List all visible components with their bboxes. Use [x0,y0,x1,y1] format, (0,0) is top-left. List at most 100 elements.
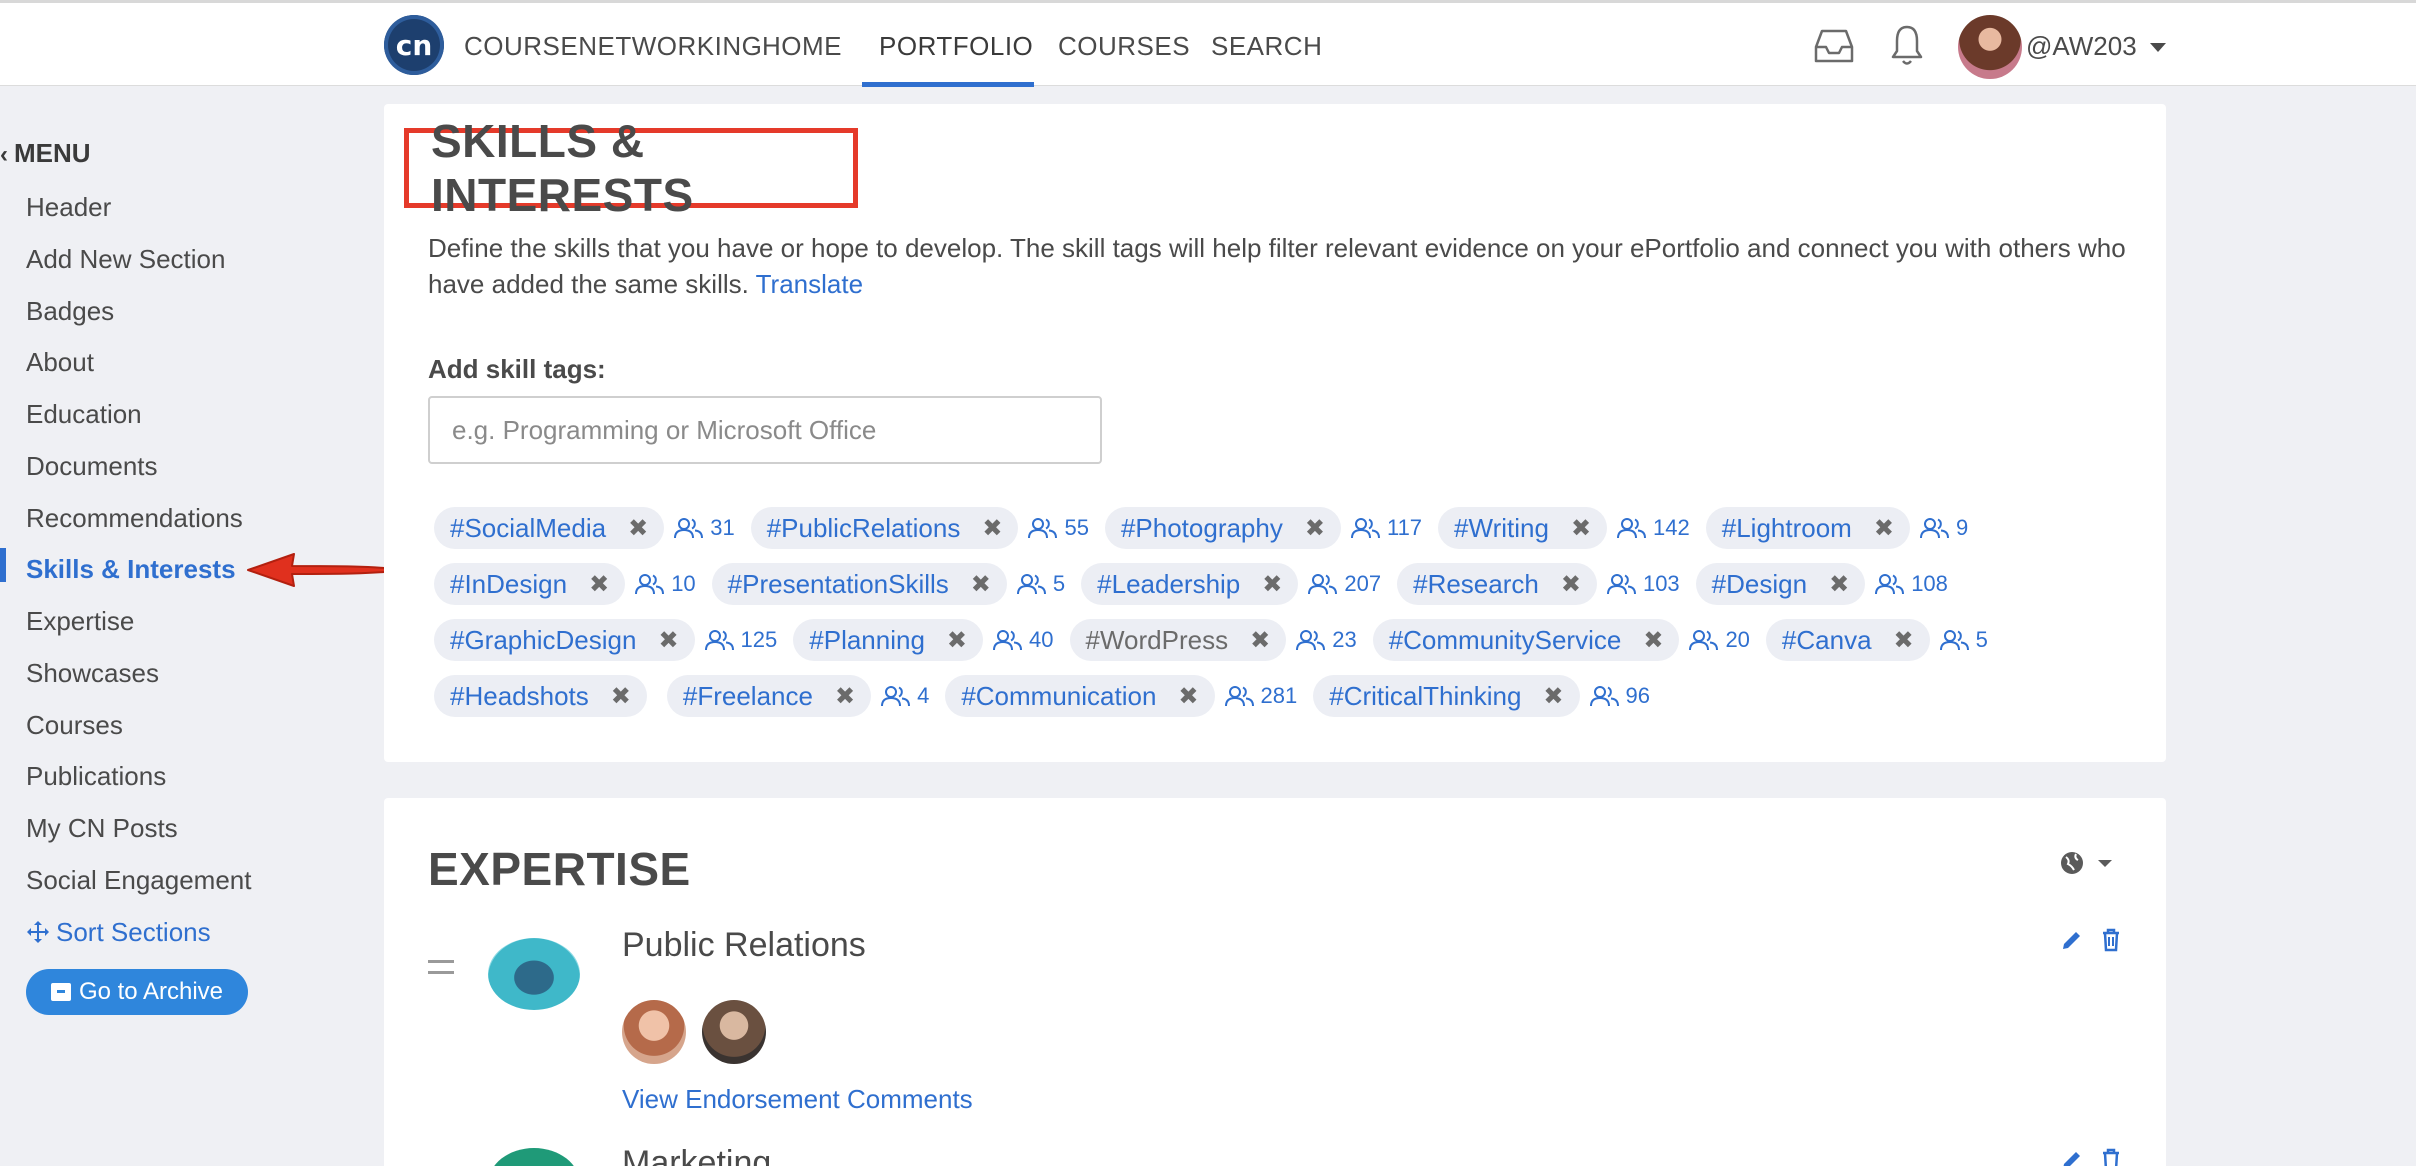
close-icon[interactable]: ✖ [611,682,631,711]
skill-user-count[interactable]: 117 [1350,515,1422,541]
skill-tag[interactable]: #Planning ✖ [793,619,984,661]
skill-tag[interactable]: #Freelance ✖ [666,675,872,717]
endorser-avatar[interactable] [622,1000,686,1064]
brand-name[interactable]: COURSENETWORKING [464,31,762,62]
trash-icon[interactable] [2100,928,2122,957]
skill-user-count[interactable]: 281 [1224,683,1298,709]
count-value: 31 [710,515,735,540]
bell-icon[interactable] [1890,23,1924,72]
sidebar-menu-toggle[interactable]: ‹ MENU [0,138,91,169]
skill-user-count[interactable]: 142 [1617,515,1690,541]
skill-user-count[interactable]: 9 [1919,515,1968,541]
sidebar-item-social-engagement[interactable]: Social Engagement [26,865,251,896]
skill-tag[interactable]: #Canva ✖ [1765,619,1930,661]
skill-tag[interactable]: #SocialMedia ✖ [434,507,665,549]
close-icon[interactable]: ✖ [1561,570,1581,599]
sidebar-item-about[interactable]: About [26,347,94,378]
sidebar-item-expertise[interactable]: Expertise [26,606,134,637]
skill-tag[interactable]: #CommunityService ✖ [1372,619,1680,661]
skill-tag[interactable]: #CriticalThinking ✖ [1313,675,1580,717]
sidebar-item-publications[interactable]: Publications [26,761,166,792]
skill-tag[interactable]: #Writing ✖ [1438,507,1608,549]
count-value: 40 [1029,627,1054,652]
view-endorsement-comments-link[interactable]: View Endorsement Comments [622,1084,973,1115]
close-icon[interactable]: ✖ [1543,682,1563,711]
close-icon[interactable]: ✖ [1571,514,1591,543]
skill-tag[interactable]: #PresentationSkills ✖ [711,563,1007,605]
nav-courses[interactable]: COURSES [1058,31,1190,62]
skill-tag[interactable]: #Lightroom ✖ [1705,507,1910,549]
skill-user-count[interactable]: 4 [881,683,929,709]
skill-tag-input[interactable] [428,396,1102,464]
close-icon[interactable]: ✖ [1874,514,1894,543]
close-icon[interactable]: ✖ [628,514,648,543]
skill-tag[interactable]: #WordPress ✖ [1069,619,1287,661]
sidebar-item-skills-interests[interactable]: Skills & Interests [26,554,236,585]
close-icon[interactable]: ✖ [835,682,855,711]
skill-tag[interactable]: #Headshots ✖ [434,675,647,717]
user-avatar[interactable] [1958,15,2022,79]
username[interactable]: @AW203 [2026,31,2137,62]
skill-tag-label: #PresentationSkills [727,568,949,599]
close-icon[interactable]: ✖ [1178,682,1198,711]
skill-user-count[interactable]: 5 [1939,627,1988,653]
skill-user-count[interactable]: 207 [1308,571,1381,597]
nav-search[interactable]: SEARCH [1211,31,1322,62]
close-icon[interactable]: ✖ [971,570,991,599]
sidebar-item-add-new-section[interactable]: Add New Section [26,244,225,275]
skill-user-count[interactable]: 55 [1028,515,1089,541]
sidebar-item-badges[interactable]: Badges [26,296,114,327]
close-icon[interactable]: ✖ [1250,626,1270,655]
logo-icon[interactable]: cn [384,15,444,75]
close-icon[interactable]: ✖ [1829,570,1849,599]
skill-user-count[interactable]: 125 [704,627,777,653]
sidebar-item-documents[interactable]: Documents [26,451,158,482]
skill-tag[interactable]: #Design ✖ [1695,563,1866,605]
close-icon[interactable]: ✖ [947,626,967,655]
skill-tags-list: #SocialMedia ✖ 31 #PublicRelations ✖ 55 #Photo… [434,500,2154,724]
drag-handle-icon[interactable] [428,960,454,974]
skill-tag[interactable]: #Photography ✖ [1104,507,1341,549]
close-icon[interactable]: ✖ [1305,514,1325,543]
go-to-archive-button[interactable]: Go to Archive [26,969,248,1015]
skill-user-count[interactable]: 5 [1016,571,1065,597]
close-icon[interactable]: ✖ [1262,570,1282,599]
close-icon[interactable]: ✖ [1894,626,1914,655]
skill-user-count[interactable]: 108 [1875,571,1948,597]
skill-user-count[interactable]: 40 [993,627,1054,653]
skill-user-count[interactable]: 103 [1606,571,1680,597]
skill-tag[interactable]: #Leadership ✖ [1081,563,1299,605]
skill-user-count[interactable]: 96 [1589,683,1650,709]
sidebar-item-showcases[interactable]: Showcases [26,658,159,689]
skill-user-count[interactable]: 20 [1689,627,1750,653]
close-icon[interactable]: ✖ [589,570,609,599]
chevron-down-icon[interactable] [2150,43,2166,52]
globe-icon[interactable] [2058,848,2118,883]
skill-user-count[interactable]: 10 [635,571,696,597]
translate-link[interactable]: Translate [756,269,863,299]
trash-icon[interactable] [2100,1148,2122,1166]
endorser-avatar[interactable] [702,1000,766,1064]
sidebar-item-recommendations[interactable]: Recommendations [26,503,243,534]
inbox-icon[interactable] [1812,25,1856,70]
sidebar-item-courses[interactable]: Courses [26,710,123,741]
pencil-icon[interactable] [2060,928,2084,957]
skill-user-count[interactable]: 23 [1296,627,1357,653]
close-icon[interactable]: ✖ [1643,626,1663,655]
count-value: 281 [1260,683,1298,708]
nav-portfolio[interactable]: PORTFOLIO [879,31,1033,62]
skill-tag[interactable]: #PublicRelations ✖ [750,507,1019,549]
skill-tag[interactable]: #GraphicDesign ✖ [434,619,695,661]
close-icon[interactable]: ✖ [982,514,1002,543]
skill-tag[interactable]: #Communication ✖ [945,675,1215,717]
sidebar-item-header[interactable]: Header [26,192,111,223]
sidebar-item-education[interactable]: Education [26,399,142,430]
skill-user-count[interactable]: 31 [674,515,735,541]
skill-tag[interactable]: #Research ✖ [1397,563,1597,605]
pencil-icon[interactable] [2060,1148,2084,1166]
nav-home[interactable]: HOME [762,31,842,62]
skill-tag[interactable]: #InDesign ✖ [434,563,626,605]
sidebar-item-my-cn-posts[interactable]: My CN Posts [26,813,178,844]
close-icon[interactable]: ✖ [658,626,678,655]
sort-sections-link[interactable]: Sort Sections [26,917,211,948]
